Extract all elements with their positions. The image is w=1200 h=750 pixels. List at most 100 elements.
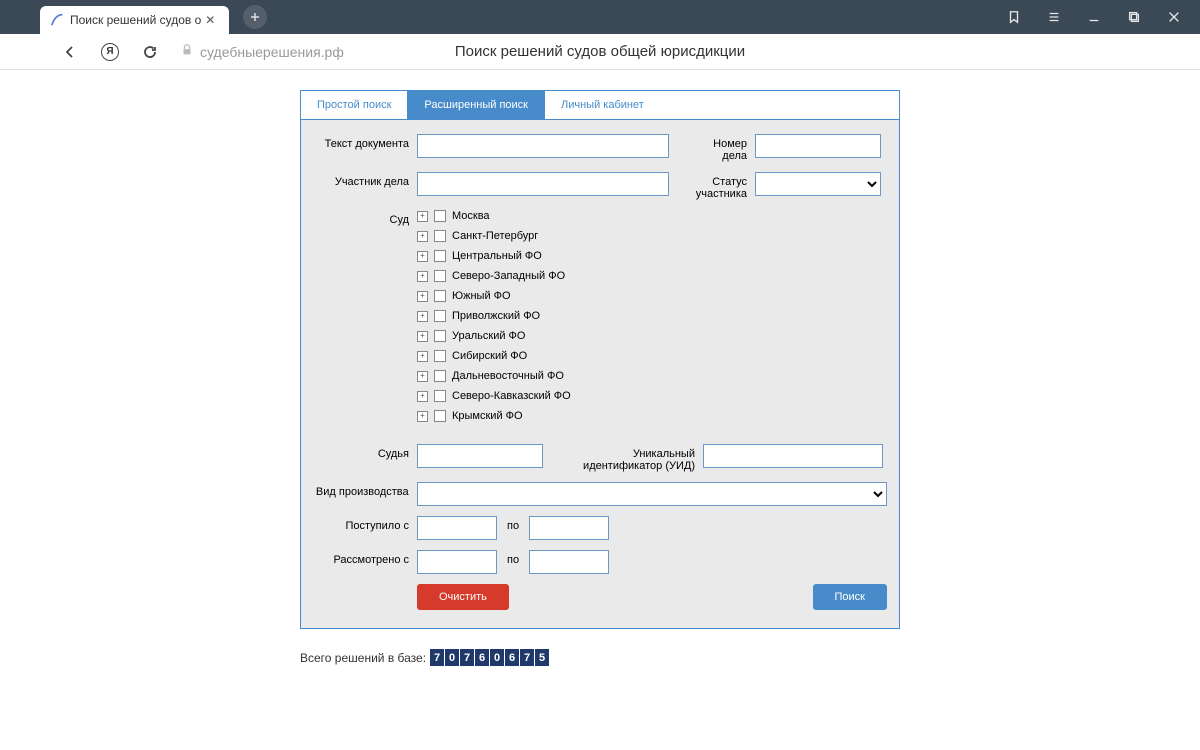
counter-digit: 7 <box>460 649 474 666</box>
expand-icon[interactable]: + <box>417 331 428 342</box>
tab-close-icon[interactable]: ✕ <box>201 11 219 29</box>
doc-text-input[interactable] <box>417 134 669 158</box>
label-to-2: по <box>497 550 529 566</box>
court-label[interactable]: Москва <box>452 210 490 222</box>
court-tree-item: + Северо-Западный ФО <box>417 270 571 282</box>
court-checkbox[interactable] <box>434 270 446 282</box>
court-checkbox[interactable] <box>434 350 446 362</box>
expand-icon[interactable]: + <box>417 251 428 262</box>
yandex-icon[interactable]: Я <box>100 42 120 62</box>
court-checkbox[interactable] <box>434 250 446 262</box>
court-tree-item: + Приволжский ФО <box>417 310 571 322</box>
received-from-input[interactable] <box>417 516 497 540</box>
court-tree: + Москва + Санкт-Петербург + Центральный ФО + С… <box>417 210 571 430</box>
totals-label: Всего решений в базе: <box>300 651 426 665</box>
counter-digit: 6 <box>505 649 519 666</box>
new-tab-button[interactable] <box>243 5 267 29</box>
minimize-icon[interactable] <box>1076 3 1112 31</box>
court-checkbox[interactable] <box>434 210 446 222</box>
label-reviewed-from: Рассмотрено с <box>313 550 417 566</box>
lock-icon <box>180 43 194 60</box>
court-tree-item: + Санкт-Петербург <box>417 230 571 242</box>
label-proceeding-type: Вид производства <box>313 482 417 498</box>
participant-input[interactable] <box>417 172 669 196</box>
window-titlebar: Поиск решений судов о ✕ <box>0 0 1200 34</box>
court-tree-item: + Сибирский ФО <box>417 350 571 362</box>
court-label[interactable]: Северо-Западный ФО <box>452 270 565 282</box>
court-tree-item: + Южный ФО <box>417 290 571 302</box>
court-label[interactable]: Крымский ФО <box>452 410 523 422</box>
counter-digit: 5 <box>535 649 549 666</box>
expand-icon[interactable]: + <box>417 411 428 422</box>
case-number-input[interactable] <box>755 134 881 158</box>
court-label[interactable]: Приволжский ФО <box>452 310 540 322</box>
court-checkbox[interactable] <box>434 410 446 422</box>
totals-row: Всего решений в базе: 70760675 <box>300 649 900 666</box>
court-checkbox[interactable] <box>434 290 446 302</box>
maximize-icon[interactable] <box>1116 3 1152 31</box>
expand-icon[interactable]: + <box>417 291 428 302</box>
expand-icon[interactable]: + <box>417 311 428 322</box>
participant-status-select[interactable] <box>755 172 881 196</box>
reviewed-to-input[interactable] <box>529 550 609 574</box>
bookmark-icon[interactable] <box>996 3 1032 31</box>
court-checkbox[interactable] <box>434 330 446 342</box>
court-label[interactable]: Сибирский ФО <box>452 350 527 362</box>
court-tree-item: + Дальневосточный ФО <box>417 370 571 382</box>
received-to-input[interactable] <box>529 516 609 540</box>
clear-button[interactable]: Очистить <box>417 584 509 610</box>
reload-icon[interactable] <box>140 42 160 62</box>
court-checkbox[interactable] <box>434 390 446 402</box>
tab-simple[interactable]: Простой поиск <box>301 91 407 119</box>
court-label[interactable]: Южный ФО <box>452 290 511 302</box>
search-button[interactable]: Поиск <box>813 584 887 610</box>
expand-icon[interactable]: + <box>417 211 428 222</box>
label-to-1: по <box>497 516 529 532</box>
tab-advanced[interactable]: Расширенный поиск <box>407 91 544 119</box>
label-participant: Участник дела <box>313 172 417 188</box>
url-text[interactable]: судебныерешения.рф <box>200 44 344 60</box>
court-label[interactable]: Дальневосточный ФО <box>452 370 564 382</box>
page-title: Поиск решений судов общей юрисдикции <box>455 43 745 60</box>
counter-digit: 0 <box>445 649 459 666</box>
expand-icon[interactable]: + <box>417 231 428 242</box>
browser-tab[interactable]: Поиск решений судов о ✕ <box>40 6 229 34</box>
search-panel: Текст документа Номер дела Участник дела… <box>300 120 900 629</box>
court-tree-item: + Москва <box>417 210 571 222</box>
court-checkbox[interactable] <box>434 370 446 382</box>
label-participant-status: Статус участника <box>689 172 755 200</box>
label-judge: Судья <box>313 444 417 460</box>
expand-icon[interactable]: + <box>417 371 428 382</box>
court-label[interactable]: Санкт-Петербург <box>452 230 538 242</box>
expand-icon[interactable]: + <box>417 271 428 282</box>
tab-cabinet[interactable]: Личный кабинет <box>544 91 660 119</box>
menu-icon[interactable] <box>1036 3 1072 31</box>
reviewed-from-input[interactable] <box>417 550 497 574</box>
counter-digit: 0 <box>490 649 504 666</box>
court-label[interactable]: Уральский ФО <box>452 330 525 342</box>
counter-digit: 7 <box>430 649 444 666</box>
uid-input[interactable] <box>703 444 883 468</box>
label-case-number: Номер дела <box>689 134 755 162</box>
label-uid: Уникальный идентификатор (УИД) <box>563 444 703 472</box>
court-label[interactable]: Северо-Кавказский ФО <box>452 390 571 402</box>
court-tree-item: + Крымский ФО <box>417 410 571 422</box>
proceeding-type-select[interactable] <box>417 482 887 506</box>
tabs-nav: Простой поиск Расширенный поиск Личный к… <box>300 90 900 120</box>
tab-title: Поиск решений судов о <box>70 13 201 27</box>
court-checkbox[interactable] <box>434 310 446 322</box>
label-court: Суд <box>313 210 417 226</box>
court-tree-item: + Уральский ФО <box>417 330 571 342</box>
back-icon[interactable] <box>60 42 80 62</box>
court-label[interactable]: Центральный ФО <box>452 250 542 262</box>
label-received-from: Поступило с <box>313 516 417 532</box>
expand-icon[interactable]: + <box>417 351 428 362</box>
counter-digit: 7 <box>520 649 534 666</box>
browser-toolbar: Я судебныерешения.рф Поиск решений судов… <box>0 34 1200 70</box>
expand-icon[interactable]: + <box>417 391 428 402</box>
judge-input[interactable] <box>417 444 543 468</box>
label-doc-text: Текст документа <box>313 134 417 150</box>
court-tree-item: + Центральный ФО <box>417 250 571 262</box>
close-icon[interactable] <box>1156 3 1192 31</box>
court-checkbox[interactable] <box>434 230 446 242</box>
